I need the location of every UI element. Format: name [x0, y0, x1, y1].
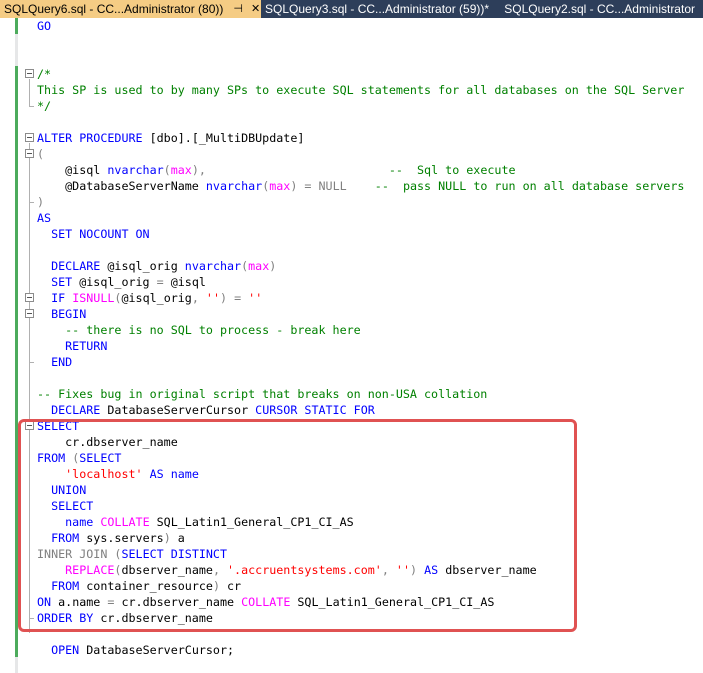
operator: ): [269, 259, 277, 273]
highlight-box: [18, 419, 577, 632]
identifier: @isql: [163, 275, 206, 289]
close-icon[interactable]: ✕: [251, 0, 260, 18]
code-line: */: [0, 98, 703, 114]
keyword: nvarchar: [184, 259, 242, 273]
comment: */: [37, 99, 52, 113]
code-line: OPEN DatabaseServerCursor;: [0, 642, 703, 658]
code-line: ): [0, 194, 703, 210]
operator: ),: [191, 163, 206, 177]
keyword: RETURN: [37, 339, 108, 353]
identifier: @isql_orig: [100, 259, 185, 273]
identifier: @DatabaseServerName: [37, 179, 206, 193]
code-line: ALTER PROCEDURE [dbo].[_MultiDBUpdate]: [0, 130, 703, 146]
function: ISNULL: [72, 291, 115, 305]
code-line: DECLARE @isql_orig nvarchar(max): [0, 258, 703, 274]
operator: ,: [191, 291, 206, 305]
tab-label: SQLQuery2.sql - CC...Administrator: [504, 2, 695, 16]
keyword: GO: [37, 19, 52, 33]
identifier: @isql_orig: [72, 275, 157, 289]
tab-sqlquery2[interactable]: SQLQuery2.sql - CC...Administrator: [500, 0, 703, 18]
operator: ) =: [220, 291, 249, 305]
code-line: SET NOCOUNT ON: [0, 226, 703, 242]
keyword: ALTER PROCEDURE: [37, 131, 143, 145]
code-line: RETURN: [0, 338, 703, 354]
function: max: [248, 259, 270, 273]
comment: -- pass NULL to run on all database serv…: [346, 179, 685, 193]
keyword: CURSOR STATIC FOR: [255, 403, 375, 417]
comment: -- there is no SQL to process - break he…: [37, 323, 361, 337]
comment: /*: [37, 67, 52, 81]
keyword: IF: [37, 291, 73, 305]
code-line: -- Fixes bug in original script that bre…: [0, 386, 703, 402]
identifier: [dbo].[_MultiDBUpdate]: [142, 131, 305, 145]
code-line: SET @isql_orig = @isql: [0, 274, 703, 290]
keyword: nvarchar: [107, 163, 164, 177]
keyword: SET: [37, 275, 73, 289]
code-line: DECLARE DatabaseServerCursor CURSOR STAT…: [0, 402, 703, 418]
identifier: DatabaseServerCursor;: [79, 643, 235, 657]
operator: (: [37, 147, 45, 161]
identifier: @isql_orig: [121, 291, 192, 305]
keyword: DECLARE: [37, 403, 101, 417]
function: max: [269, 179, 291, 193]
tab-sqlquery3[interactable]: SQLQuery3.sql - CC...Administrator (59))…: [261, 0, 500, 18]
tab-sqlquery6[interactable]: SQLQuery6.sql - CC...Administrator (80))…: [0, 0, 261, 18]
comment: This SP is used to by many SPs to execut…: [37, 83, 685, 97]
code-line: END: [0, 354, 703, 370]
code-line: IF ISNULL(@isql_orig, '') = '': [0, 290, 703, 306]
code-line: GO: [0, 18, 703, 34]
keyword: END: [37, 355, 73, 369]
operator: =: [156, 275, 164, 289]
comment: -- Fixes bug in original script that bre…: [37, 387, 488, 401]
code-line: -- there is no SQL to process - break he…: [0, 322, 703, 338]
code-line: BEGIN: [0, 306, 703, 322]
identifier: @isql: [37, 163, 108, 177]
code-editor[interactable]: GO /* This SP is used to by many SPs to …: [0, 18, 703, 673]
document-tab-bar: SQLQuery6.sql - CC...Administrator (80))…: [0, 0, 703, 18]
code-line: (: [0, 146, 703, 162]
string: '': [205, 291, 220, 305]
code-line: @isql nvarchar(max), -- Sql to execute: [0, 162, 703, 178]
code-line: @DatabaseServerName nvarchar(max) = NULL…: [0, 178, 703, 194]
identifier: DatabaseServerCursor: [100, 403, 256, 417]
tab-label: SQLQuery3.sql - CC...Administrator (59))…: [265, 2, 490, 16]
tab-label: SQLQuery6.sql - CC...Administrator (80)): [4, 2, 224, 16]
keyword: AS: [37, 211, 52, 225]
keyword: DECLARE: [37, 259, 101, 273]
keyword: BEGIN: [37, 307, 87, 321]
function: max: [170, 163, 192, 177]
operator: ) = NULL: [290, 179, 347, 193]
code-line: This SP is used to by many SPs to execut…: [0, 82, 703, 98]
operator: ): [37, 195, 45, 209]
keyword: SET NOCOUNT ON: [37, 227, 150, 241]
keyword: nvarchar: [205, 179, 263, 193]
pin-icon[interactable]: ⊣: [233, 0, 243, 18]
operator: (: [163, 163, 171, 177]
keyword: OPEN: [37, 643, 80, 657]
code-line: AS: [0, 210, 703, 226]
comment: -- Sql to execute: [205, 163, 516, 177]
code-line: /*: [0, 66, 703, 82]
string: '': [248, 291, 263, 305]
